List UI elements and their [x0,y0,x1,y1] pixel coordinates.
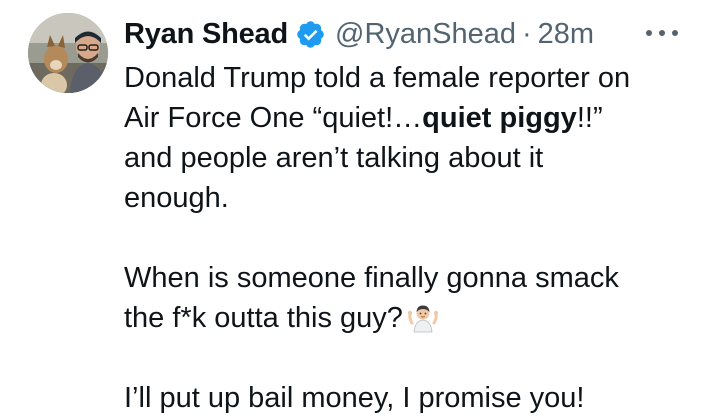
timestamp[interactable]: 28m [538,18,594,51]
tweet-line: Air Force One “quiet!…quiet piggy!!” [124,98,704,138]
tweet-line: I’ll put up bail money, I promise you! [124,382,585,414]
tweet-text-segment: !!” [576,102,603,134]
verified-badge-icon[interactable] [295,19,326,50]
more-options-icon[interactable] [646,23,678,43]
tweet[interactable]: Ryan Shead @RyanShead · 28m Donald Trump… [0,0,714,414]
tweet-bold-text: quiet piggy [422,102,577,134]
display-name[interactable]: Ryan Shead [124,18,288,51]
tweet-line: When is someone finally gonna smack [124,262,619,294]
tweet-text-segment: Air Force One “quiet!… [124,102,423,134]
avatar-image [28,13,108,93]
user-handle[interactable]: @RyanShead [335,18,516,51]
tweet-text: Donald Trump told a female reporter on A… [124,58,704,418]
tweet-line: Donald Trump told a female reporter on [124,62,631,94]
tweet-line: enough. [124,182,229,214]
avatar[interactable] [28,13,108,93]
tweet-line: the f*k outta this guy? [124,298,704,338]
tweet-header: Ryan Shead @RyanShead · 28m [124,14,594,54]
separator-dot: · [522,17,532,50]
person-shrugging-emoji [407,301,439,333]
tweet-line: and people aren’t talking about it [124,142,544,174]
tweet-text-segment: the f*k outta this guy? [124,302,403,334]
